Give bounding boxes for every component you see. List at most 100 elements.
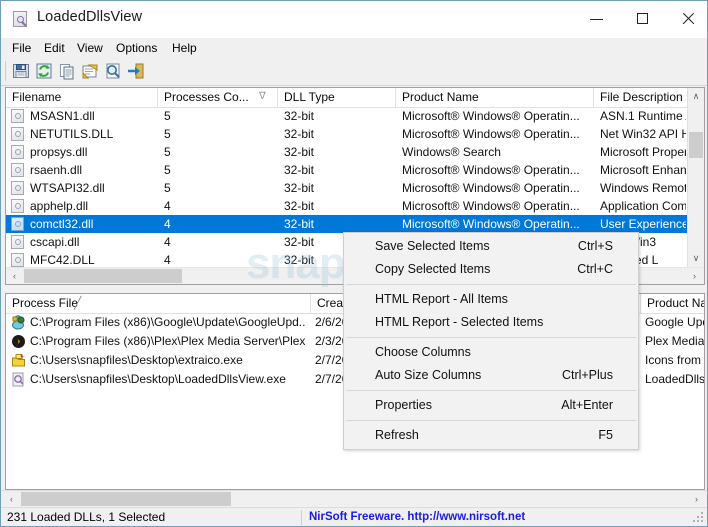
properties-button[interactable] [80, 61, 100, 81]
menu-view[interactable]: View [72, 40, 108, 56]
cell-product: Microsoft® Windows® Operatin... [402, 109, 580, 123]
cell-filename: MFC42.DLL [30, 253, 95, 267]
save-button[interactable] [11, 61, 31, 81]
column-header-dll-type[interactable]: DLL Type [278, 88, 396, 107]
dll-list-header: Filename Processes Co... ∇ DLL Type Prod… [6, 88, 704, 108]
cell-process-product: Plex Media S [645, 334, 705, 348]
dll-file-icon [11, 217, 24, 231]
ctx-properties-label: Properties [375, 398, 432, 412]
table-row-selected[interactable]: comctl32.dll 4 32-bit Microsoft® Windows… [6, 215, 704, 233]
scroll-right-arrow[interactable]: › [686, 268, 703, 284]
ctx-refresh-label: Refresh [375, 428, 419, 442]
scroll-down-arrow[interactable]: ∨ [688, 250, 704, 267]
refresh-icon [36, 63, 52, 79]
cell-filename: propsys.dll [30, 145, 88, 159]
cell-description: Net Win32 API He [600, 127, 686, 141]
context-menu[interactable]: Save Selected Items Ctrl+S Copy Selected… [343, 232, 639, 450]
cell-processes: 5 [164, 181, 171, 195]
ctx-properties[interactable]: Properties Alt+Enter [344, 394, 638, 417]
toolbar [1, 57, 707, 86]
table-row[interactable]: NETUTILS.DLL 5 32-bit Microsoft® Windows… [6, 125, 704, 143]
cell-dll-type: 32-bit [284, 163, 315, 177]
dll-file-icon [11, 145, 24, 159]
vertical-scroll-thumb[interactable] [689, 132, 703, 158]
dll-list-vertical-scrollbar[interactable]: ∧ ∨ [687, 88, 704, 267]
table-row[interactable]: WTSAPI32.dll 5 32-bit Microsoft® Windows… [6, 179, 704, 197]
cell-dll-type: 32-bit [284, 145, 315, 159]
ctx-auto-size-columns-accel: Ctrl+Plus [561, 368, 613, 382]
cell-description: User Experience C [600, 217, 686, 231]
ctx-refresh[interactable]: Refresh F5 [344, 424, 638, 447]
cell-processes: 5 [164, 163, 171, 177]
column-header-file-description[interactable]: File Description [594, 88, 688, 107]
menu-separator [346, 337, 636, 338]
horizontal-scroll-thumb[interactable] [24, 269, 182, 283]
cell-processes: 5 [164, 127, 171, 141]
resize-grip[interactable] [693, 512, 705, 524]
column-header-process-file[interactable]: Process File ╱ [6, 294, 311, 313]
cell-process-product: LoadedDllsVi [645, 372, 705, 386]
cell-dll-type: 32-bit [284, 199, 315, 213]
menu-separator [346, 420, 636, 421]
bottom-scroll-thumb[interactable] [21, 492, 231, 506]
find-button[interactable] [103, 61, 123, 81]
exit-button[interactable] [126, 61, 146, 81]
cell-product: Microsoft® Windows® Operatin... [402, 217, 580, 231]
ctx-save-selected-items[interactable]: Save Selected Items Ctrl+S [344, 235, 638, 258]
process-list-horizontal-scrollbar[interactable]: ‹ › [1, 490, 707, 507]
dll-file-icon [11, 235, 24, 249]
close-icon [666, 1, 707, 37]
ctx-auto-size-columns-label: Auto Size Columns [375, 368, 482, 382]
table-row[interactable]: propsys.dll 5 32-bit Windows® Search Mic… [6, 143, 704, 161]
bottom-scroll-right-arrow[interactable]: › [688, 491, 705, 507]
menu-separator [346, 284, 636, 285]
menu-file[interactable]: File [7, 40, 36, 56]
ctx-save-selected-items-label: Save Selected Items [375, 239, 490, 253]
toolbar-separator [5, 61, 6, 81]
cell-description: Microsoft Proper [600, 145, 686, 159]
scroll-up-arrow[interactable]: ∧ [688, 88, 704, 105]
cell-process-path: C:\Program Files (x86)\Google\Update\Goo… [30, 315, 306, 329]
cell-processes: 4 [164, 253, 171, 267]
properties-icon [82, 64, 98, 79]
table-row[interactable]: MSASN1.dll 5 32-bit Microsoft® Windows® … [6, 107, 704, 125]
app-icon [13, 11, 29, 27]
ctx-copy-selected-items[interactable]: Copy Selected Items Ctrl+C [344, 258, 638, 281]
google-update-icon [11, 315, 26, 330]
column-header-process-product-name[interactable]: Product Nam [641, 294, 704, 313]
menu-help[interactable]: Help [167, 40, 202, 56]
ctx-choose-columns[interactable]: Choose Columns [344, 341, 638, 364]
cell-description: Application Com [600, 199, 686, 213]
cell-product: Windows® Search [402, 145, 501, 159]
status-bar: 231 Loaded DLLs, 1 Selected NirSoft Free… [1, 507, 707, 526]
column-header-product-name[interactable]: Product Name [396, 88, 594, 107]
status-count-text: 231 Loaded DLLs, 1 Selected [7, 510, 166, 524]
cell-processes: 4 [164, 235, 171, 249]
status-credit-link[interactable]: NirSoft Freeware. http://www.nirsoft.net [309, 508, 689, 526]
column-header-filename[interactable]: Filename [6, 88, 158, 107]
menu-edit[interactable]: Edit [39, 40, 70, 56]
maximize-button[interactable] [620, 1, 666, 37]
bottom-scroll-left-arrow[interactable]: ‹ [3, 491, 20, 507]
dll-file-icon [11, 181, 24, 195]
table-row[interactable]: apphelp.dll 4 32-bit Microsoft® Windows®… [6, 197, 704, 215]
column-header-processes-count[interactable]: Processes Co... ∇ [158, 88, 278, 107]
ctx-auto-size-columns[interactable]: Auto Size Columns Ctrl+Plus [344, 364, 638, 387]
ctx-html-report-all-items[interactable]: HTML Report - All Items [344, 288, 638, 311]
close-button[interactable] [666, 1, 707, 37]
minimize-button[interactable] [574, 1, 620, 37]
cell-process-path: C:\Users\snapfiles\Desktop\LoadedDllsVie… [30, 372, 286, 386]
refresh-button[interactable] [34, 61, 54, 81]
scroll-left-arrow[interactable]: ‹ [6, 268, 23, 284]
menu-bar: File Edit View Options Help [1, 38, 707, 58]
cell-dll-type: 32-bit [284, 217, 315, 231]
title-bar: LoadedDllsView [1, 1, 707, 39]
cell-processes: 4 [164, 199, 171, 213]
ctx-html-report-selected-items[interactable]: HTML Report - Selected Items [344, 311, 638, 334]
sort-ascending-icon: ╱ [74, 296, 82, 310]
window-title: LoadedDllsView [37, 9, 143, 25]
cell-filename: apphelp.dll [30, 199, 89, 213]
table-row[interactable]: rsaenh.dll 5 32-bit Microsoft® Windows® … [6, 161, 704, 179]
menu-options[interactable]: Options [111, 40, 162, 56]
copy-button[interactable] [57, 61, 77, 81]
